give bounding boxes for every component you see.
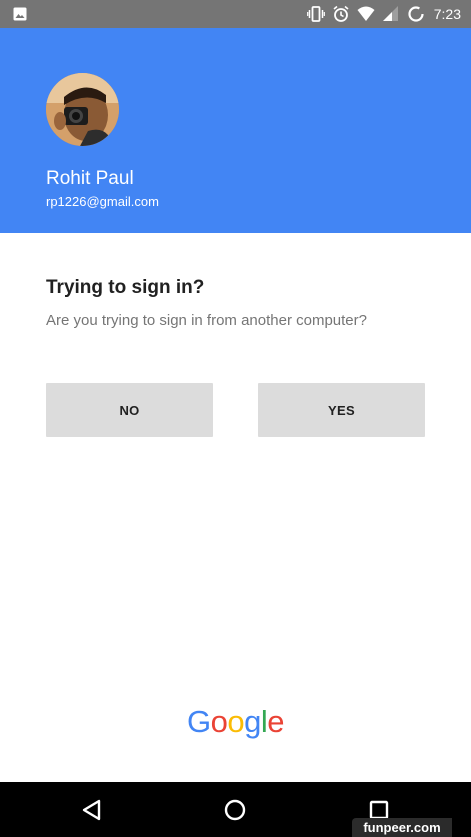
status-icons: 7:23 — [306, 4, 461, 24]
watermark: funpeer.com — [352, 818, 452, 837]
sync-icon — [408, 6, 424, 22]
cell-signal-icon — [382, 6, 398, 21]
back-icon — [82, 799, 101, 821]
no-button[interactable]: NO — [46, 383, 213, 437]
image-notification-icon — [13, 7, 27, 21]
google-logo-letter: g — [244, 704, 261, 739]
back-button[interactable] — [79, 797, 105, 823]
google-logo-letter: o — [210, 704, 228, 739]
prompt-title: Trying to sign in? — [46, 277, 205, 298]
status-bar: 7:23 — [0, 0, 471, 28]
home-button[interactable] — [222, 797, 248, 823]
account-email: rp1226@gmail.com — [46, 194, 159, 209]
google-logo-letter: o — [227, 704, 245, 739]
status-time: 7:23 — [433, 6, 461, 22]
home-icon — [224, 799, 246, 821]
alarm-icon — [333, 5, 349, 22]
sign-in-confirmation-screen: 7:23 Rohit Paul rp1226@gmail.com Trying … — [0, 0, 471, 837]
account-header: Rohit Paul rp1226@gmail.com — [0, 28, 471, 233]
google-logo-letter: G — [186, 704, 211, 739]
avatar — [46, 73, 119, 146]
yes-button[interactable]: YES — [258, 383, 425, 437]
wifi-icon — [357, 6, 375, 21]
account-name: Rohit Paul — [46, 168, 134, 189]
prompt-text: Are you trying to sign in from another c… — [46, 312, 367, 329]
vibrate-icon — [306, 6, 325, 22]
google-logo-letter: e — [267, 704, 284, 739]
google-logo: Google — [0, 704, 471, 740]
avatar-photo — [46, 73, 119, 146]
